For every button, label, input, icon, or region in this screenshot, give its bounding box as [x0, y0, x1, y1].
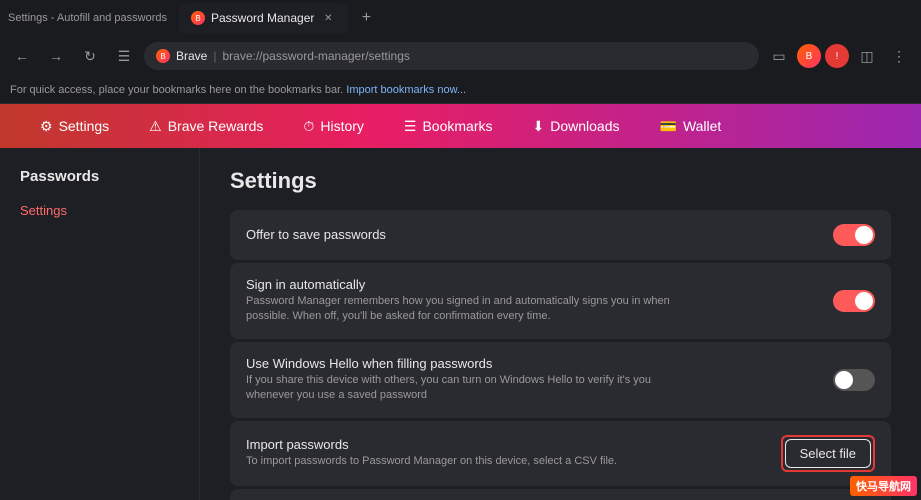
bookmarks-bar: For quick access, place your bookmarks h…	[0, 76, 921, 104]
nav-rewards-label: Brave Rewards	[168, 118, 264, 134]
setting-info-windows-hello: Use Windows Hello when filling passwords…	[246, 356, 833, 404]
settings-icon: ⚙	[40, 118, 53, 135]
setting-row-import-passwords: Import passwords To import passwords to …	[230, 421, 891, 486]
setting-row-sign-in-auto: Sign in automatically Password Manager r…	[230, 263, 891, 339]
select-file-button[interactable]: Select file	[785, 439, 871, 468]
nav-menu: ⚙ Settings ⚠ Brave Rewards ⏱ History ☰ B…	[0, 104, 921, 148]
new-tab-button[interactable]: +	[352, 4, 380, 32]
bookmarks-hint-text: For quick access, place your bookmarks h…	[10, 84, 343, 96]
offer-save-toggle[interactable]	[833, 224, 875, 246]
nav-bookmarks-label: Bookmarks	[422, 118, 492, 134]
sign-in-toggle[interactable]	[833, 290, 875, 312]
tab-favicon-icon: B	[191, 11, 205, 25]
titlebar: Settings - Autofill and passwords B Pass…	[0, 0, 921, 36]
nav-item-bookmarks[interactable]: ☰ Bookmarks	[384, 104, 513, 148]
select-file-wrapper: Select file	[781, 435, 875, 472]
nav-item-brave-rewards[interactable]: ⚠ Brave Rewards	[129, 104, 283, 148]
windows-hello-desc: If you share this device with others, yo…	[246, 373, 696, 404]
nav-settings-label: Settings	[59, 118, 110, 134]
setting-info-offer-save: Offer to save passwords	[246, 227, 833, 244]
content-area: Settings Offer to save passwords Sign in…	[200, 148, 921, 500]
inactive-tab-text: Settings - Autofill and passwords	[8, 12, 167, 24]
import-passwords-label: Import passwords	[246, 437, 781, 452]
toolbar-icons: ▭ B ! ◫ ⋮	[765, 42, 913, 70]
toggle-knob	[855, 226, 873, 244]
wallet-icon: 💳	[660, 118, 677, 135]
nav-downloads-label: Downloads	[550, 118, 619, 134]
bookmarks-icon: ☰	[404, 118, 417, 135]
sidebar: Passwords Settings	[0, 148, 200, 500]
address-input[interactable]: B Brave | brave://password-manager/setti…	[144, 42, 759, 70]
setting-info-sign-in: Sign in automatically Password Manager r…	[246, 277, 833, 325]
nav-item-wallet[interactable]: 💳 Wallet	[640, 104, 742, 148]
alert-notification-icon[interactable]: !	[825, 44, 849, 68]
sign-in-label: Sign in automatically	[246, 277, 833, 292]
brave-lion-icon[interactable]: B	[797, 44, 821, 68]
import-bookmarks-link[interactable]: Import bookmarks now...	[346, 84, 466, 96]
address-separator: |	[213, 49, 216, 63]
active-tab[interactable]: B Password Manager ✕	[179, 3, 348, 33]
nav-history-label: History	[320, 118, 364, 134]
setting-row-windows-hello: Use Windows Hello when filling passwords…	[230, 342, 891, 418]
bookmark-button[interactable]: ☰	[110, 42, 138, 70]
addressbar: ← → ↻ ☰ B Brave | brave://password-manag…	[0, 36, 921, 76]
tab-close-button[interactable]: ✕	[320, 10, 336, 26]
sidebar-item-settings[interactable]: Settings	[0, 197, 199, 224]
nav-item-downloads[interactable]: ⬇ Downloads	[513, 104, 640, 148]
extensions-icon[interactable]: ◫	[853, 42, 881, 70]
setting-info-import: Import passwords To import passwords to …	[246, 437, 781, 469]
main-layout: Passwords Settings Settings Offer to sav…	[0, 148, 921, 500]
brave-shield-icon: B	[156, 49, 170, 63]
setting-row-offer-save: Offer to save passwords	[230, 210, 891, 260]
back-button[interactable]: ←	[8, 42, 36, 70]
history-icon: ⏱	[303, 118, 314, 135]
nav-wallet-label: Wallet	[683, 118, 721, 134]
downloads-icon: ⬇	[533, 118, 545, 135]
windows-hello-label: Use Windows Hello when filling passwords	[246, 356, 833, 371]
import-passwords-desc: To import passwords to Password Manager …	[246, 454, 696, 469]
windows-hello-toggle[interactable]	[833, 369, 875, 391]
address-host: Brave	[176, 49, 207, 63]
nav-item-history[interactable]: ⏱ History	[283, 104, 383, 148]
reload-button[interactable]: ↻	[76, 42, 104, 70]
setting-row-add-shortcut[interactable]: Add shortcut To get here quicker, add a …	[230, 489, 891, 500]
sidebar-title: Passwords	[0, 168, 199, 197]
address-path: brave://password-manager/settings	[222, 49, 409, 63]
page-title: Settings	[230, 168, 891, 194]
sign-in-desc: Password Manager remembers how you signe…	[246, 294, 696, 325]
cast-icon[interactable]: ▭	[765, 42, 793, 70]
nav-item-settings[interactable]: ⚙ Settings	[20, 104, 129, 148]
watermark: 快马导航网	[850, 476, 917, 496]
offer-save-label: Offer to save passwords	[246, 227, 833, 242]
rewards-warning-icon: ⚠	[149, 118, 162, 135]
active-tab-label: Password Manager	[211, 11, 314, 25]
menu-icon[interactable]: ⋮	[885, 42, 913, 70]
toggle-knob-hello	[835, 371, 853, 389]
toggle-knob-signin	[855, 292, 873, 310]
forward-button[interactable]: →	[42, 42, 70, 70]
